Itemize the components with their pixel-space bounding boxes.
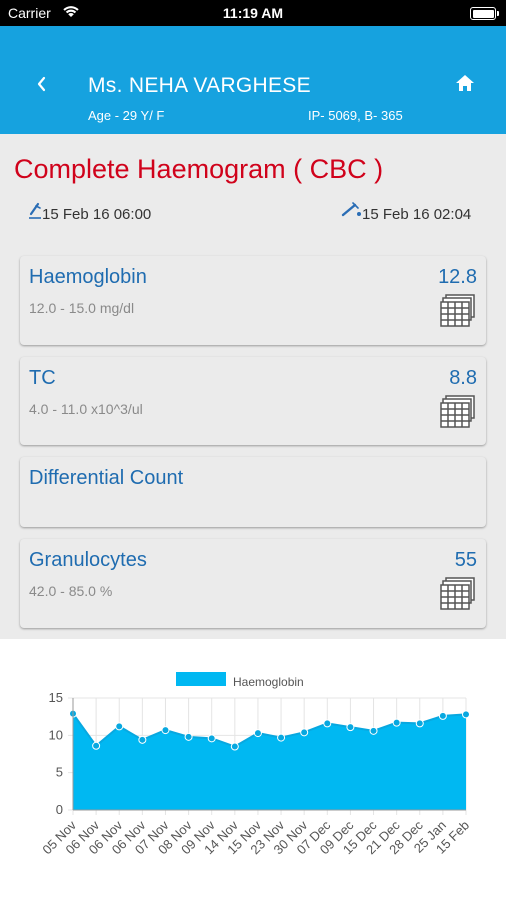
data-point [138, 735, 147, 744]
data-point [115, 722, 124, 731]
data-point [300, 728, 309, 737]
data-point [207, 734, 216, 743]
data-point [369, 726, 378, 735]
data-point [438, 711, 447, 720]
data-point [277, 733, 286, 742]
data-point [230, 742, 239, 751]
data-point [392, 718, 401, 727]
y-tick-label: 10 [49, 727, 63, 742]
data-point [346, 723, 355, 732]
data-point [462, 710, 470, 719]
data-point [323, 719, 332, 728]
data-point [161, 726, 170, 735]
data-point [253, 729, 262, 738]
chart-canvas: 05101505 Nov06 Nov06 Nov06 Nov07 Nov08 N… [39, 690, 472, 857]
data-point [92, 741, 101, 750]
y-tick-label: 5 [56, 765, 63, 780]
series-area [73, 713, 466, 810]
data-point [184, 732, 193, 741]
y-tick-label: 0 [56, 802, 63, 817]
data-point [415, 719, 424, 728]
y-tick-label: 15 [49, 690, 63, 705]
